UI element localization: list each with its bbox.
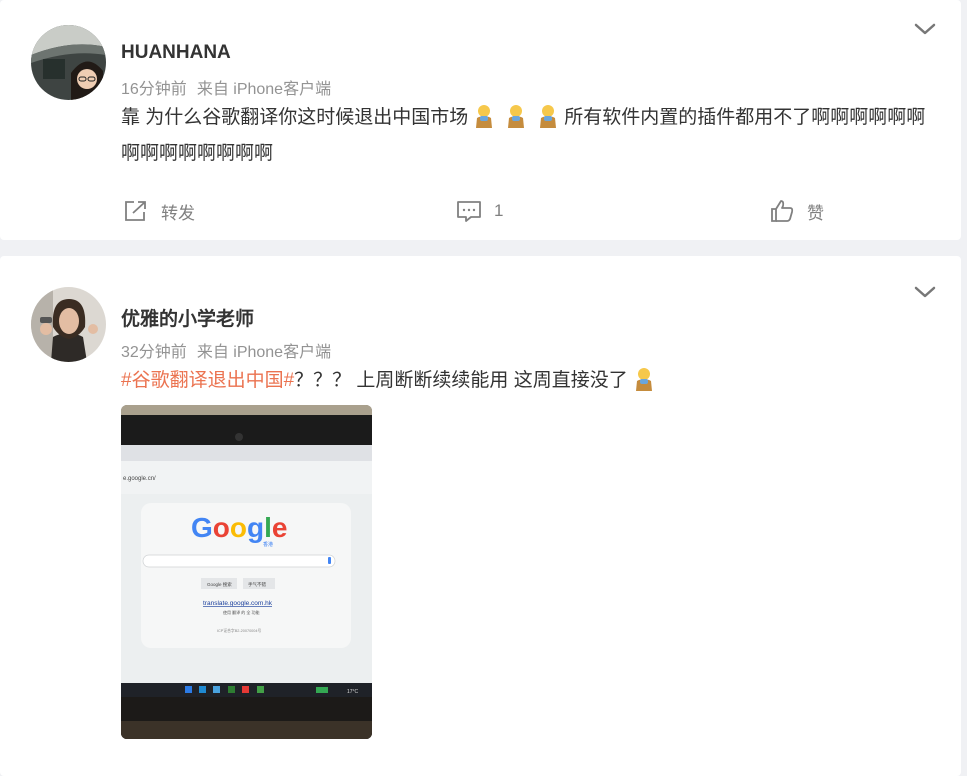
- post-text-part1: 靠 为什么谷歌翻译你这时候退出中国市场: [121, 107, 469, 128]
- post-text-body: ？？？ 上周断断续续能用 这周直接没了: [294, 370, 628, 391]
- username[interactable]: 优雅的小学老师: [121, 304, 254, 331]
- post-meta: 32分钟前 来自 iPhone客户端: [121, 338, 331, 362]
- comment-button[interactable]: 1: [456, 196, 503, 226]
- icp-text: ICP证合字B2-20070004号: [217, 628, 262, 633]
- facepalm-emoji: [474, 104, 494, 128]
- post-source: 来自 iPhone客户端: [196, 81, 332, 98]
- like-button[interactable]: 赞: [769, 196, 824, 226]
- google-search-btn: Google 搜索: [207, 581, 232, 588]
- lucky-btn: 手气不错: [248, 581, 266, 588]
- facepalm-emoji: [634, 367, 654, 391]
- facepalm-emoji: [538, 104, 558, 128]
- post-meta: 16分钟前 来自 iPhone客户端: [121, 75, 331, 99]
- comment-icon: [457, 201, 481, 222]
- post-photo[interactable]: e.google.cn/ Google 香港 Google 搜索 手气不错 tr…: [121, 405, 372, 739]
- temperature: 17°C: [347, 689, 359, 695]
- logo-sub: 香港: [263, 541, 273, 548]
- post-card: 优雅的小学老师 32分钟前 来自 iPhone客户端 #谷歌翻译退出中国#？？？ …: [0, 256, 961, 776]
- post-source: 来自 iPhone客户端: [196, 344, 332, 361]
- chevron-down-icon[interactable]: [913, 285, 937, 299]
- post-time[interactable]: 32分钟前: [121, 344, 187, 361]
- avatar[interactable]: [31, 25, 106, 100]
- hashtag-link[interactable]: #谷歌翻译退出中国#: [121, 370, 294, 391]
- forward-label: 转发: [161, 203, 195, 223]
- facepalm-emoji: [506, 104, 526, 128]
- avatar[interactable]: [31, 287, 106, 362]
- forward-button[interactable]: 转发: [123, 196, 195, 226]
- comment-count: 1: [494, 201, 504, 220]
- action-bar: 转发 1 赞: [0, 196, 961, 226]
- translate-sub: 使用 翻译 的 全 功能: [223, 609, 259, 615]
- like-label: 赞: [807, 203, 824, 223]
- google-logo: Google: [191, 512, 287, 543]
- like-icon: [771, 200, 794, 222]
- post-text: 靠 为什么谷歌翻译你这时候退出中国市场 所有软件内置的插件都用不了啊啊啊啊啊啊啊…: [121, 100, 931, 172]
- post-time[interactable]: 16分钟前: [121, 81, 187, 98]
- post-card: HUANHANA 16分钟前 来自 iPhone客户端 靠 为什么谷歌翻译你这时候…: [0, 0, 961, 240]
- forward-icon: [125, 201, 146, 221]
- translate-link: translate.google.com.hk: [203, 600, 273, 607]
- username[interactable]: HUANHANA: [121, 42, 231, 64]
- post-text: #谷歌翻译退出中国#？？？ 上周断断续续能用 这周直接没了: [121, 363, 931, 399]
- chevron-down-icon[interactable]: [913, 22, 937, 36]
- url-text: e.google.cn/: [123, 476, 156, 482]
